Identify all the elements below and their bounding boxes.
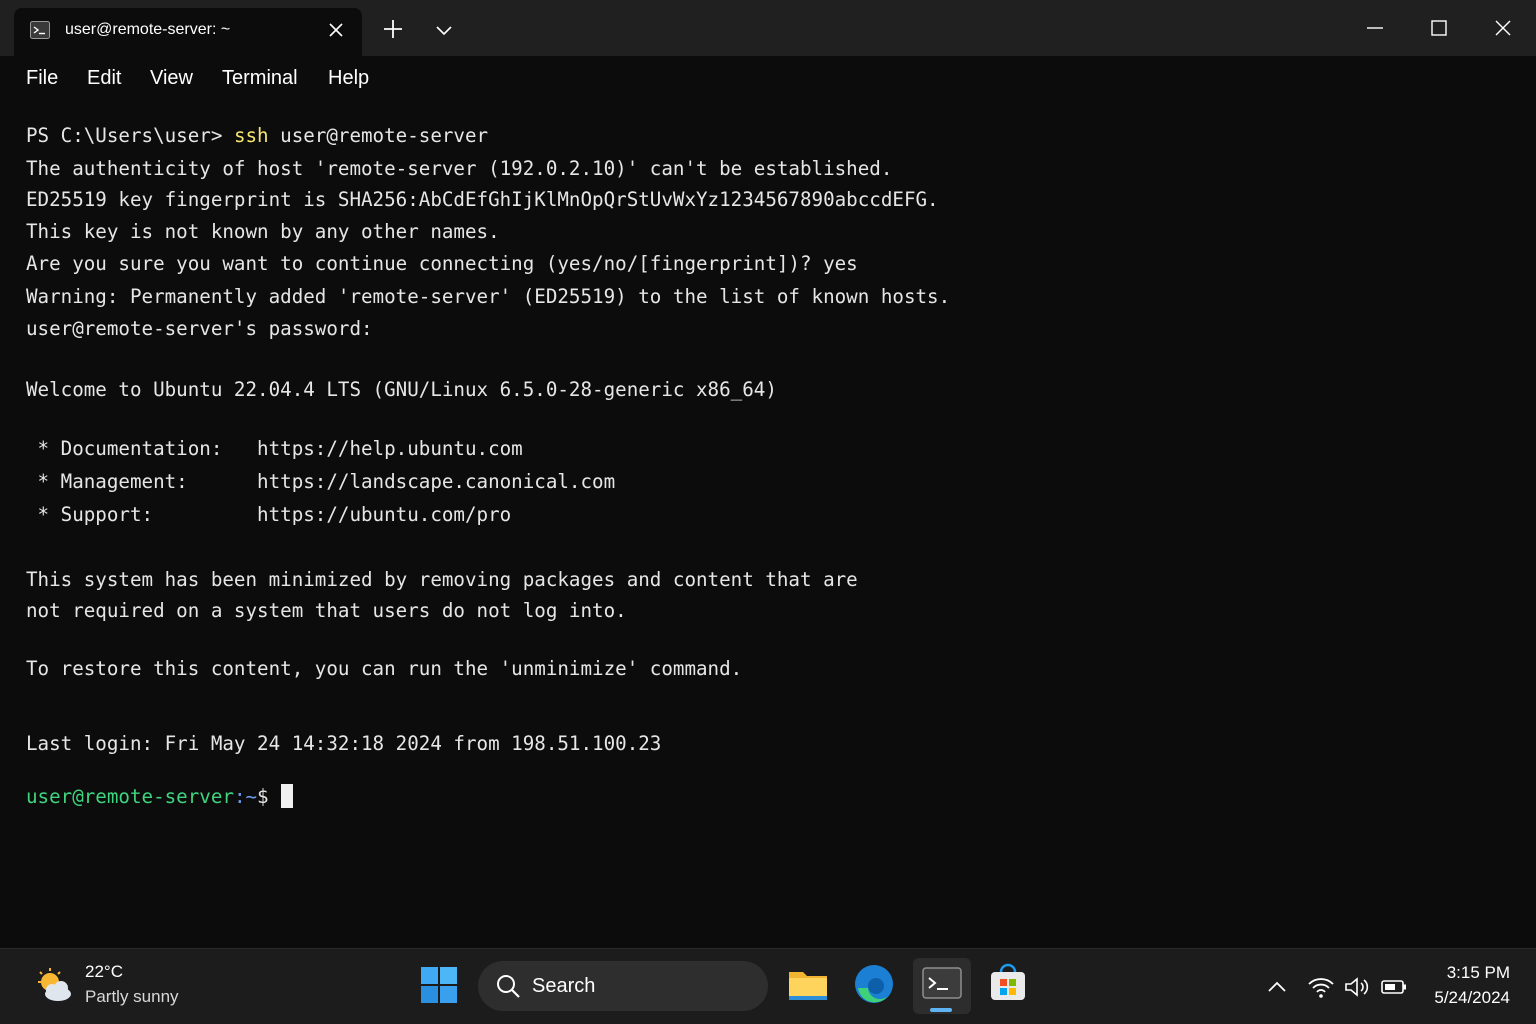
- terminal-line: Warning: Permanently added 'remote-serve…: [26, 285, 951, 308]
- taskbar: [0, 948, 1536, 1024]
- wifi-icon[interactable]: [1307, 973, 1335, 1001]
- terminal-line: Are you sure you want to continue connec…: [26, 252, 858, 275]
- terminal-line: To restore this content, you can run the…: [26, 657, 743, 680]
- terminal-line: Last login: Fri May 24 14:32:18 2024 fro…: [26, 732, 662, 755]
- menu-file[interactable]: File: [26, 67, 58, 90]
- search-icon: [497, 975, 520, 998]
- file-explorer-icon[interactable]: [786, 962, 830, 1006]
- terminal-line: * Support: https://ubuntu.com/pro: [26, 503, 512, 526]
- terminal-line: This key is not known by any other names…: [26, 220, 500, 243]
- terminal-line: This system has been minimized by removi…: [26, 568, 858, 591]
- minimize-icon[interactable]: [1361, 14, 1389, 42]
- terminal-tab[interactable]: user@remote-server: ~: [14, 8, 362, 56]
- weather-temperature[interactable]: 22°C: [85, 962, 123, 982]
- terminal-line: The authenticity of host 'remote-server …: [26, 157, 893, 180]
- clock-date[interactable]: 5/24/2024: [1410, 988, 1510, 1008]
- terminal-line: user@remote-server's password:: [26, 317, 373, 340]
- prompt-user-host: user@remote-server: [26, 785, 234, 808]
- ps-command-line: PS C:\Users\user> ssh user@remote-server: [26, 124, 488, 147]
- edge-browser-icon[interactable]: [852, 962, 896, 1006]
- prompt-path: :~: [233, 785, 258, 808]
- terminal-icon: [30, 21, 50, 39]
- chevron-up-icon[interactable]: [1263, 973, 1291, 1001]
- close-window-icon[interactable]: [1489, 14, 1517, 42]
- ps-prompt: PS C:\Users\user>: [26, 124, 234, 147]
- taskbar-search-box[interactable]: [478, 961, 768, 1011]
- menu-view[interactable]: View: [150, 67, 193, 90]
- active-app-indicator: [930, 1008, 952, 1012]
- ssh-command: ssh: [233, 124, 269, 147]
- search-label: Search: [532, 975, 596, 997]
- terminal-app-icon[interactable]: [920, 962, 964, 1006]
- new-tab-icon[interactable]: [382, 18, 404, 40]
- maximize-icon[interactable]: [1425, 14, 1453, 42]
- ssh-arguments: user@remote-server: [268, 124, 489, 147]
- tab-title: user@remote-server: ~: [65, 21, 231, 38]
- terminal-line: not required on a system that users do n…: [26, 599, 627, 622]
- clock-time[interactable]: 3:15 PM: [1420, 963, 1510, 983]
- text-cursor: [280, 784, 293, 808]
- terminal-line: * Documentation: https://help.ubuntu.com: [26, 437, 523, 460]
- close-tab-icon[interactable]: [326, 20, 346, 40]
- menu-terminal[interactable]: Terminal: [222, 67, 298, 90]
- prompt-symbol: $: [257, 785, 269, 808]
- microsoft-store-icon[interactable]: [986, 962, 1030, 1006]
- terminal-line: Welcome to Ubuntu 22.04.4 LTS (GNU/Linux…: [26, 378, 777, 401]
- speaker-volume-icon[interactable]: [1343, 973, 1371, 1001]
- battery-icon[interactable]: [1380, 973, 1408, 1001]
- windows-start-icon[interactable]: [420, 966, 458, 1004]
- menu-help[interactable]: Help: [328, 67, 369, 90]
- shell-prompt-line[interactable]: user@remote-server:~$: [26, 784, 293, 808]
- chevron-down-icon[interactable]: [434, 20, 454, 40]
- partly-sunny-icon[interactable]: [34, 966, 74, 1006]
- menu-edit[interactable]: Edit: [87, 67, 121, 90]
- terminal-window: user@remote-server: ~ File Edit View Ter…: [0, 0, 1536, 948]
- terminal-line: ED25519 key fingerprint is SHA256:AbCdEf…: [26, 188, 939, 211]
- weather-description[interactable]: Partly sunny: [85, 987, 179, 1007]
- terminal-line: * Management: https://landscape.canonica…: [26, 470, 616, 493]
